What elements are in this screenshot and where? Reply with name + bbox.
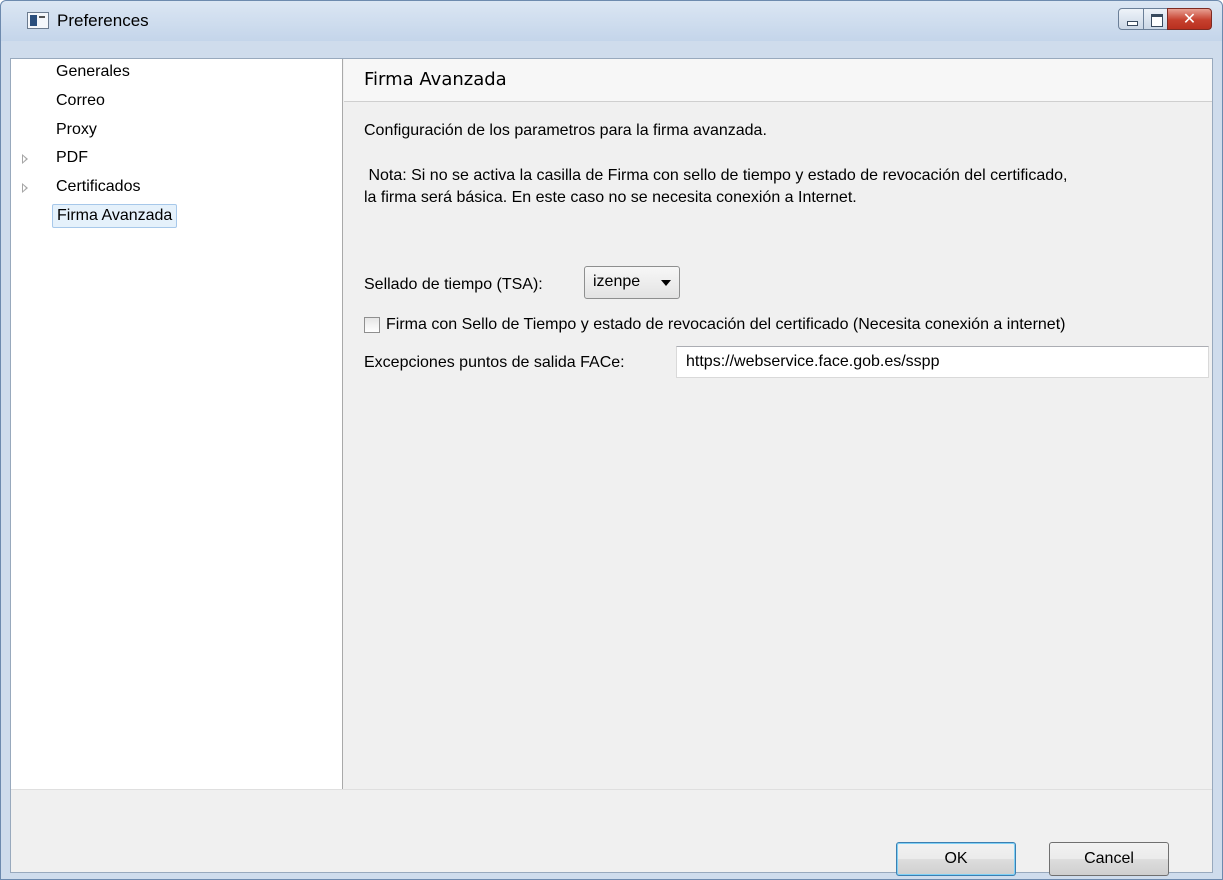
page-header: Firma Avanzada bbox=[344, 59, 1212, 102]
note-line: la firma será básica. En este caso no se… bbox=[364, 189, 857, 206]
tree-item-generales[interactable]: Generales bbox=[52, 61, 134, 85]
tree-item-correo[interactable]: Correo bbox=[52, 90, 109, 114]
cancel-button[interactable]: Cancel bbox=[1049, 842, 1169, 876]
preference-page: Firma Avanzada Configuración de los para… bbox=[344, 59, 1212, 789]
page-description: Configuración de los parametros para la … bbox=[364, 122, 767, 139]
tree-item-pdf[interactable]: PDF bbox=[22, 147, 92, 171]
tree-item-label: Certificados bbox=[56, 178, 141, 195]
app-window-icon bbox=[27, 12, 49, 29]
preferences-tree: Generales Correo Proxy PDF Certificados … bbox=[11, 59, 343, 789]
button-bar: OK Cancel bbox=[11, 789, 1212, 876]
timestamp-revocation-checkbox[interactable] bbox=[364, 317, 380, 333]
tree-item-firma-avanzada[interactable]: Firma Avanzada bbox=[52, 204, 178, 228]
maximize-button[interactable] bbox=[1143, 8, 1168, 30]
tsa-dropdown[interactable]: izenpe bbox=[584, 266, 680, 299]
expand-arrow-icon[interactable] bbox=[22, 183, 28, 193]
preferences-window: Preferences ✕ Generales Correo Proxy PDF… bbox=[0, 0, 1223, 880]
expand-arrow-icon[interactable] bbox=[22, 154, 28, 164]
ok-button[interactable]: OK bbox=[896, 842, 1016, 876]
close-button[interactable]: ✕ bbox=[1167, 8, 1212, 30]
window-title: Preferences bbox=[57, 11, 149, 30]
dialog-client-area: Generales Correo Proxy PDF Certificados … bbox=[10, 58, 1213, 876]
tree-item-certificados[interactable]: Certificados bbox=[22, 176, 144, 200]
note-line: Nota: Si no se activa la casilla de Firm… bbox=[364, 167, 1068, 184]
dropdown-arrow-icon bbox=[661, 280, 671, 286]
page-title: Firma Avanzada bbox=[364, 69, 507, 90]
exceptions-input[interactable] bbox=[676, 346, 1209, 378]
exceptions-label: Excepciones puntos de salida FACe: bbox=[364, 354, 625, 371]
note-text: Nota: Si no se activa la casilla de Firm… bbox=[364, 165, 1204, 209]
timestamp-checkbox-row[interactable]: Firma con Sello de Tiempo y estado de re… bbox=[364, 315, 1065, 335]
tree-item-label: PDF bbox=[56, 149, 88, 166]
title-bar[interactable]: Preferences ✕ bbox=[1, 1, 1222, 41]
minimize-button[interactable] bbox=[1118, 8, 1144, 30]
caption-buttons: ✕ bbox=[1118, 8, 1212, 30]
close-icon: ✕ bbox=[1182, 9, 1197, 28]
tree-item-proxy[interactable]: Proxy bbox=[52, 119, 101, 143]
tsa-label: Sellado de tiempo (TSA): bbox=[364, 276, 543, 293]
tsa-selected-value: izenpe bbox=[593, 273, 641, 290]
checkbox-label: Firma con Sello de Tiempo y estado de re… bbox=[386, 316, 1066, 333]
